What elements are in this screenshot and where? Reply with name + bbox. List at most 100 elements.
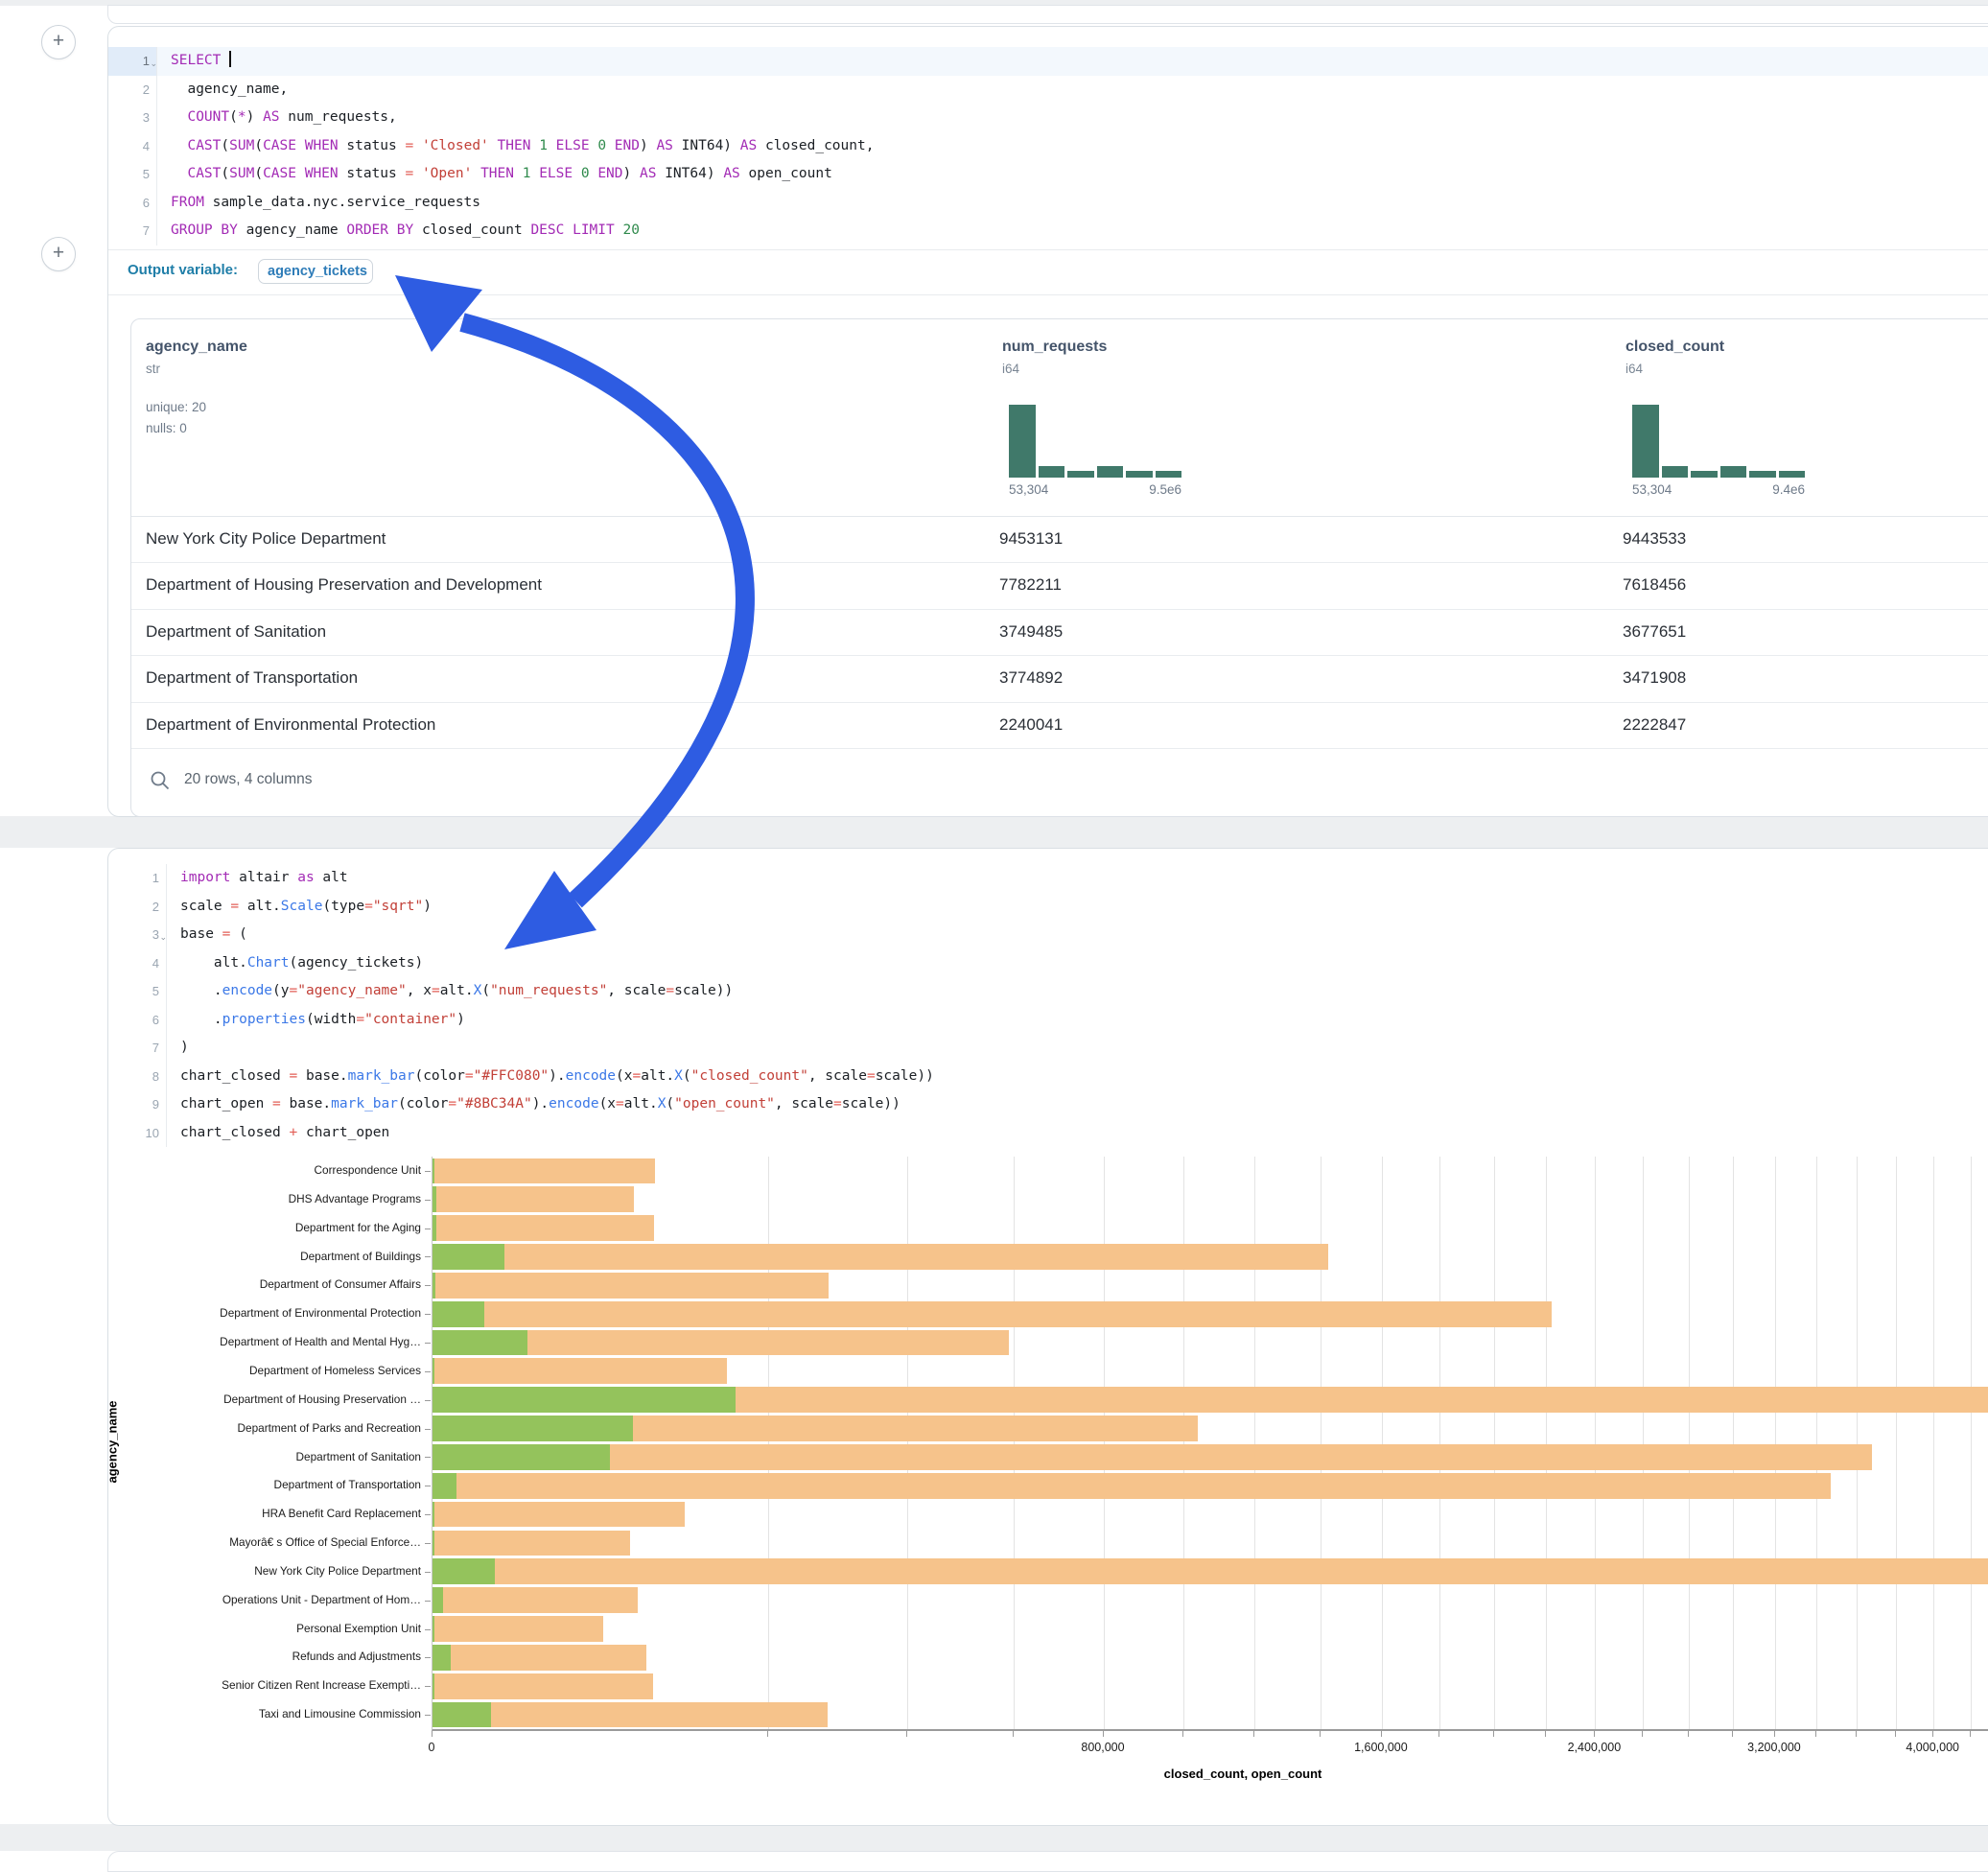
chart-bar-row[interactable] <box>433 1529 1988 1557</box>
chart-y-axis-label: Senior Citizen Rent Increase Exempti… <box>108 1672 421 1700</box>
closed-count-histogram <box>1632 405 1805 478</box>
code-line[interactable]: 2scale = alt.Scale(type="sqrt") <box>108 893 1988 922</box>
chart-bar-row[interactable] <box>433 1615 1988 1644</box>
chart-bar-row[interactable] <box>433 1299 1988 1328</box>
column-header-num-requests[interactable]: num_requests <box>1002 339 1107 356</box>
y-axis-tick <box>425 1400 431 1401</box>
code-line[interactable]: 9chart_open = base.mark_bar(color="#8BC3… <box>108 1090 1988 1119</box>
open_count-bar <box>433 1330 527 1356</box>
chart-bar-row[interactable] <box>433 1586 1988 1615</box>
code-text: CAST(SUM(CASE WHEN status = 'Closed' THE… <box>157 132 874 161</box>
chart-y-axis-label: Operations Unit - Department of Hom… <box>108 1586 421 1615</box>
x-axis-tick-label: 1,600,000 <box>1354 1741 1408 1754</box>
code-line[interactable]: 4 alt.Chart(agency_tickets) <box>108 949 1988 978</box>
chart-bar-row[interactable] <box>433 1471 1988 1500</box>
search-icon[interactable] <box>150 770 171 791</box>
chart-bar-row[interactable] <box>433 1700 1988 1729</box>
chart-y-axis-label: Department of Health and Mental Hyg… <box>108 1328 421 1357</box>
code-line[interactable]: 3⌄base = ( <box>108 921 1988 949</box>
code-text: chart_open = base.mark_bar(color="#8BC34… <box>167 1090 900 1119</box>
code-line[interactable]: 7) <box>108 1034 1988 1063</box>
histogram-bar <box>1067 471 1094 478</box>
chart-bar-row[interactable] <box>433 1672 1988 1700</box>
table-footer: 20 rows, 4 columns <box>131 748 1988 816</box>
line-number: 4 <box>108 949 167 978</box>
chart-bar-row[interactable] <box>433 1386 1988 1415</box>
histogram-bar <box>1691 471 1718 478</box>
table-row[interactable]: Department of Environmental Protection22… <box>131 702 1988 749</box>
closed_count-bar <box>433 1531 630 1556</box>
histogram-bar <box>1126 471 1153 478</box>
chart-plot-area <box>432 1157 1988 1731</box>
fold-chevron-icon[interactable]: ⌄ <box>157 924 167 952</box>
column-unique-count: unique: 20 <box>146 400 206 414</box>
y-axis-tick <box>425 1343 431 1344</box>
chart-bar-row[interactable] <box>433 1415 1988 1443</box>
fold-chevron-icon[interactable]: ⌄ <box>148 50 157 79</box>
output-variable-bar: Output variable: agency_tickets <box>108 249 1988 295</box>
chart-bar-row[interactable] <box>433 1443 1988 1472</box>
code-line[interactable]: 6 .properties(width="container") <box>108 1006 1988 1035</box>
open_count-bar <box>433 1502 434 1528</box>
table-row[interactable]: Department of Housing Preservation and D… <box>131 562 1988 609</box>
y-axis-tick <box>425 1543 431 1544</box>
closed_count-bar <box>433 1645 646 1671</box>
chart-bar-row[interactable] <box>433 1214 1988 1243</box>
chart-bar-row[interactable] <box>433 1243 1988 1272</box>
x-axis-tick <box>906 1731 907 1737</box>
python-code-editor[interactable]: 1import altair as alt2scale = alt.Scale(… <box>108 864 1988 1147</box>
x-axis-tick <box>1381 1731 1382 1737</box>
sql-code-editor[interactable]: 1⌄SELECT 2 agency_name,3 COUNT(*) AS num… <box>108 47 1988 246</box>
table-cell: 3774892 <box>999 655 1063 701</box>
table-row[interactable]: New York City Police Department945313194… <box>131 516 1988 563</box>
code-line[interactable]: 5 .encode(y="agency_name", x=alt.X("num_… <box>108 977 1988 1006</box>
x-axis-tick-label: 3,200,000 <box>1747 1741 1801 1754</box>
code-line[interactable]: 3 COUNT(*) AS num_requests, <box>108 104 1988 132</box>
closed_count-bar <box>433 1673 653 1699</box>
open_count-bar <box>433 1301 484 1327</box>
open_count-bar <box>433 1702 491 1728</box>
code-line[interactable]: 7GROUP BY agency_name ORDER BY closed_co… <box>108 217 1988 246</box>
chart-y-axis-label: Refunds and Adjustments <box>108 1643 421 1672</box>
histogram-bar <box>1632 405 1659 478</box>
column-header-closed-count[interactable]: closed_count <box>1625 339 1724 356</box>
chart-bar-row[interactable] <box>433 1328 1988 1357</box>
table-header: agency_name str unique: 20 nulls: 0 num_… <box>131 319 1988 517</box>
chart-bar-row[interactable] <box>433 1157 1988 1185</box>
page-gap-bottom <box>0 1824 1988 1851</box>
y-axis-tick <box>425 1514 431 1515</box>
code-line[interactable]: 8chart_closed = base.mark_bar(color="#FF… <box>108 1063 1988 1091</box>
code-line[interactable]: 4 CAST(SUM(CASE WHEN status = 'Closed' T… <box>108 132 1988 161</box>
chart-y-axis-label: HRA Benefit Card Replacement <box>108 1500 421 1529</box>
table-row[interactable]: Department of Transportation377489234719… <box>131 655 1988 702</box>
column-type: i64 <box>1625 362 1643 376</box>
line-number: 2 <box>108 893 167 922</box>
chart-bar-row[interactable] <box>433 1357 1988 1386</box>
histogram-bar <box>1662 466 1689 478</box>
code-line[interactable]: 10chart_closed + chart_open <box>108 1119 1988 1148</box>
y-axis-tick <box>425 1457 431 1458</box>
add-cell-button[interactable]: + <box>41 237 76 271</box>
chart-y-axis-label: Personal Exemption Unit <box>108 1615 421 1644</box>
chart-bar-row[interactable] <box>433 1643 1988 1672</box>
chart-bar-row[interactable] <box>433 1185 1988 1214</box>
closed_count-bar <box>433 1301 1552 1327</box>
closed_count-bar <box>433 1358 727 1384</box>
code-line[interactable]: 1import altair as alt <box>108 864 1988 893</box>
code-line[interactable]: 6FROM sample_data.nyc.service_requests <box>108 189 1988 218</box>
chart-bar-row[interactable] <box>433 1557 1988 1586</box>
chart-bar-row[interactable] <box>433 1271 1988 1299</box>
histogram-bar <box>1156 471 1182 478</box>
chart-bar-row[interactable] <box>433 1500 1988 1529</box>
column-header-agency-name[interactable]: agency_name <box>146 339 247 356</box>
table-row[interactable]: Department of Sanitation37494853677651 <box>131 609 1988 656</box>
add-cell-button[interactable]: + <box>41 25 76 59</box>
code-line[interactable]: 2 agency_name, <box>108 76 1988 105</box>
histogram-max-label: 9.5e6 <box>1149 482 1181 497</box>
open_count-bar <box>433 1558 495 1584</box>
code-line[interactable]: 1⌄SELECT <box>108 47 1988 76</box>
open_count-bar <box>433 1673 434 1699</box>
y-axis-tick <box>425 1629 431 1630</box>
output-variable-chip[interactable]: agency_tickets <box>258 259 373 284</box>
code-line[interactable]: 5 CAST(SUM(CASE WHEN status = 'Open' THE… <box>108 160 1988 189</box>
